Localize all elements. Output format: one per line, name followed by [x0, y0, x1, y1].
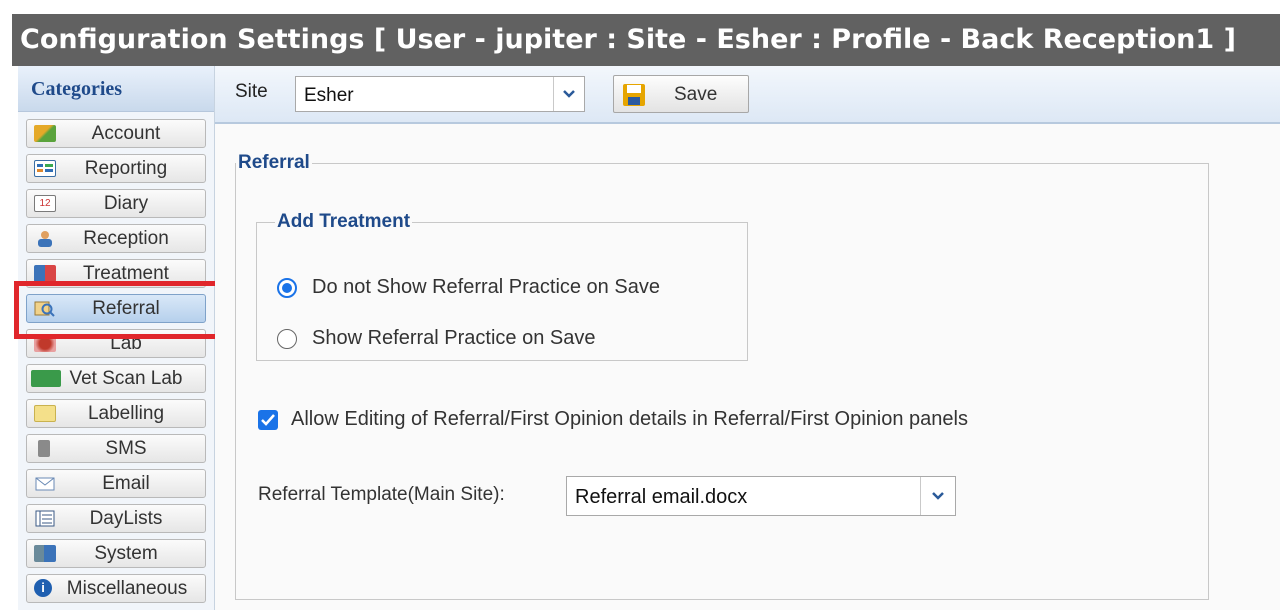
- radio-label: Do not Show Referral Practice on Save: [312, 276, 660, 298]
- category-label: Vet Scan Lab: [69, 368, 183, 389]
- category-reception[interactable]: Reception: [26, 224, 206, 253]
- site-label: Site: [235, 81, 268, 102]
- category-labelling[interactable]: Labelling: [26, 399, 206, 428]
- category-label: Miscellaneous: [66, 578, 188, 599]
- categories-header: Categories: [18, 66, 214, 112]
- category-label: Reporting: [84, 158, 168, 179]
- category-diary[interactable]: 12 Diary: [26, 189, 206, 218]
- settings-content: Referral Add Treatment Do not Show Refer…: [215, 124, 1280, 610]
- referral-template-select[interactable]: Referral email.docx: [566, 476, 956, 516]
- category-label: Account: [91, 123, 161, 144]
- category-label: Email: [102, 473, 150, 494]
- category-miscellaneous[interactable]: i Miscellaneous: [26, 574, 206, 603]
- category-reporting[interactable]: Reporting: [26, 154, 206, 183]
- referral-group: Referral Add Treatment Do not Show Refer…: [235, 152, 1209, 600]
- radio-selected-icon[interactable]: [277, 278, 297, 298]
- radio-label: Show Referral Practice on Save: [312, 327, 596, 349]
- info-icon: i: [34, 579, 52, 597]
- site-select-value: Esher: [304, 85, 354, 106]
- radio-unselected-icon[interactable]: [277, 329, 297, 349]
- checkbox-checked-icon[interactable]: [258, 410, 278, 430]
- category-label: Reception: [83, 228, 169, 249]
- category-email[interactable]: Email: [26, 469, 206, 498]
- category-vet-scan-lab[interactable]: Vet Scan Lab: [26, 364, 206, 393]
- toolbar: Site Esher Save: [215, 66, 1280, 124]
- category-label: DayLists: [89, 508, 163, 529]
- chevron-down-icon[interactable]: [920, 477, 955, 515]
- save-button-label: Save: [674, 84, 718, 105]
- category-sms[interactable]: SMS: [26, 434, 206, 463]
- category-label: SMS: [105, 438, 147, 459]
- sms-icon: [38, 440, 50, 457]
- save-button[interactable]: Save: [613, 75, 749, 113]
- selection-highlight: [14, 281, 226, 339]
- chevron-down-icon[interactable]: [553, 77, 584, 111]
- referral-template-value: Referral email.docx: [575, 486, 748, 508]
- category-label: Labelling: [87, 403, 165, 424]
- category-account[interactable]: Account: [26, 119, 206, 148]
- save-disk-icon: [622, 83, 646, 107]
- add-treatment-legend: Add Treatment: [277, 211, 411, 232]
- allow-editing-label: Allow Editing of Referral/First Opinion …: [291, 408, 968, 430]
- category-label: Diary: [103, 193, 149, 214]
- referral-template-label: Referral Template(Main Site):: [258, 484, 505, 505]
- category-label: System: [94, 543, 158, 564]
- site-select[interactable]: Esher: [295, 76, 585, 112]
- window-title: Configuration Settings [ User - jupiter …: [12, 14, 1280, 66]
- add-treatment-group: Add Treatment Do not Show Referral Pract…: [256, 211, 748, 361]
- category-system[interactable]: System: [26, 539, 206, 568]
- referral-legend: Referral: [238, 152, 310, 173]
- category-daylists[interactable]: DayLists: [26, 504, 206, 533]
